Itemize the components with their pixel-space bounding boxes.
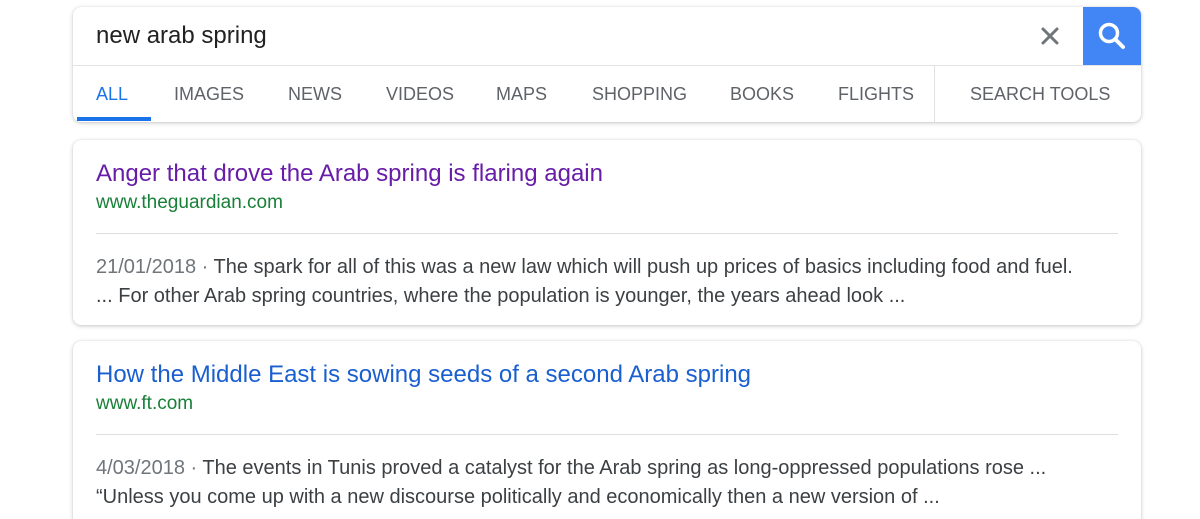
snippet-text: The events in Tunis proved a catalyst fo…	[202, 457, 1047, 479]
search-tabs: ALL IMAGES NEWS VIDEOS MAPS SHOPPING BOO…	[73, 65, 1141, 122]
tab-images[interactable]: IMAGES	[174, 65, 244, 122]
snippet-line: 21/01/2018 · The spark for all of this w…	[96, 253, 1126, 282]
snippet-line: “Unless you come up with a new discourse…	[96, 486, 940, 508]
tab-divider	[934, 65, 935, 122]
close-icon	[1041, 27, 1059, 45]
tab-all[interactable]: ALL	[96, 65, 128, 122]
tab-shopping[interactable]: SHOPPING	[592, 65, 687, 122]
result-title-link[interactable]: Anger that drove the Arab spring is flar…	[96, 159, 603, 189]
result-divider	[96, 434, 1118, 435]
result-divider	[96, 233, 1118, 234]
result-card: Anger that drove the Arab spring is flar…	[73, 140, 1141, 325]
tab-videos[interactable]: VIDEOS	[386, 65, 454, 122]
snippet-line: 4/03/2018 · The events in Tunis proved a…	[96, 454, 1126, 483]
tab-search-tools[interactable]: SEARCH TOOLS	[970, 65, 1110, 122]
snippet-text: The spark for all of this was a new law …	[213, 256, 1073, 278]
result-date: 21/01/2018 ·	[96, 256, 214, 278]
search-bar	[73, 7, 1141, 66]
search-button[interactable]	[1083, 7, 1141, 65]
search-input[interactable]	[96, 17, 996, 55]
result-date: 4/03/2018 ·	[96, 457, 203, 479]
result-card: How the Middle East is sowing seeds of a…	[73, 341, 1141, 519]
search-results-page: ALL IMAGES NEWS VIDEOS MAPS SHOPPING BOO…	[0, 0, 1200, 519]
tab-books[interactable]: BOOKS	[730, 65, 794, 122]
tab-maps[interactable]: MAPS	[496, 65, 547, 122]
tab-flights[interactable]: FLIGHTS	[838, 65, 914, 122]
search-card: ALL IMAGES NEWS VIDEOS MAPS SHOPPING BOO…	[73, 7, 1141, 122]
result-title-link[interactable]: How the Middle East is sowing seeds of a…	[96, 360, 751, 390]
active-tab-indicator	[77, 117, 151, 121]
result-snippet: 21/01/2018 · The spark for all of this w…	[96, 253, 1126, 311]
tab-news[interactable]: NEWS	[288, 65, 342, 122]
snippet-line: ... For other Arab spring countries, whe…	[96, 285, 906, 307]
result-url[interactable]: www.ft.com	[96, 392, 193, 416]
clear-search-button[interactable]	[1033, 19, 1067, 53]
search-icon	[1098, 22, 1125, 49]
result-snippet: 4/03/2018 · The events in Tunis proved a…	[96, 454, 1126, 512]
result-url[interactable]: www.theguardian.com	[96, 191, 283, 215]
